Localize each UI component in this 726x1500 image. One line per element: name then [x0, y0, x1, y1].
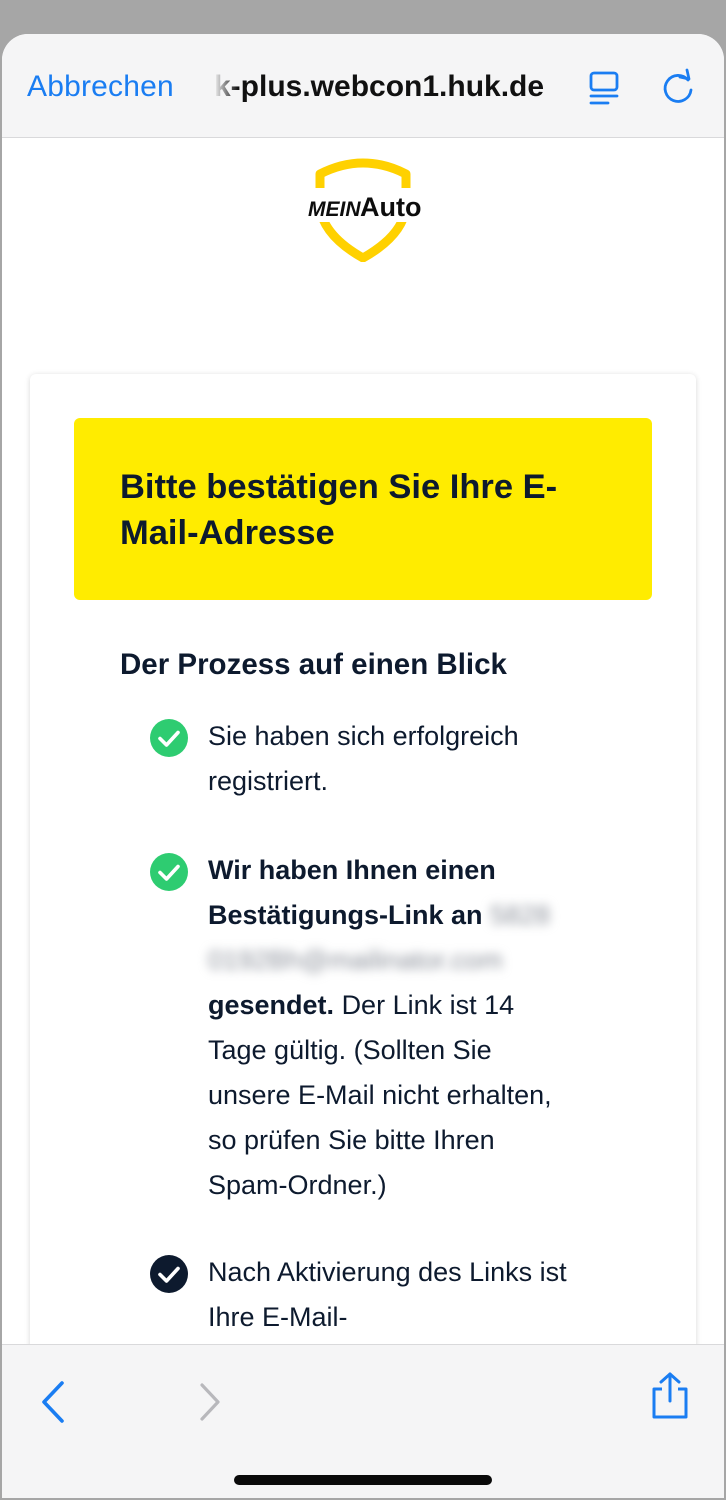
chevron-left-icon[interactable] — [32, 1377, 76, 1427]
check-circle-icon — [150, 719, 188, 757]
confirmation-card: Bitte bestätigen Sie Ihre E-Mail-Adresse… — [30, 374, 696, 1374]
section-title: Der Prozess auf einen Blick — [120, 648, 507, 681]
cancel-button[interactable]: Abbrechen — [27, 70, 174, 104]
reader-mode-icon[interactable] — [584, 68, 624, 108]
chevron-right-icon[interactable] — [188, 1377, 232, 1427]
check-circle-icon — [150, 853, 188, 891]
url-fade — [214, 64, 238, 108]
step-bold-prefix: Wir haben Ihnen einen Bestätigungs-Link … — [208, 855, 496, 930]
step-activation: Nach Aktivierung des Links ist Ihre E-Ma… — [150, 1250, 570, 1340]
step-body: Der Link ist 14 Tage gültig. (Sollten Si… — [208, 990, 552, 1200]
browser-bottom-toolbar — [2, 1344, 724, 1498]
browser-toolbar: Abbrechen k-plus.webcon1.huk.de — [2, 34, 724, 138]
url-display[interactable]: k-plus.webcon1.huk.de — [214, 70, 559, 104]
step-registered: Sie haben sich erfolgreich registriert. — [150, 714, 570, 804]
step-bold-suffix: gesendet. — [208, 990, 335, 1020]
mein-auto-logo: MEIN Auto — [305, 158, 421, 262]
safari-view-sheet: Abbrechen k-plus.webcon1.huk.de MEIN Aut… — [2, 34, 724, 1498]
logo-word-auto: Auto — [360, 192, 421, 222]
step-link-sent: Wir haben Ihnen einen Bestätigungs-Link … — [150, 848, 570, 1208]
step-text: Sie haben sich erfolgreich registriert. — [208, 721, 519, 796]
banner-title: Bitte bestätigen Sie Ihre E-Mail-Adresse — [120, 468, 558, 552]
reload-icon[interactable] — [658, 68, 698, 108]
home-indicator — [234, 1475, 492, 1485]
logo-word-mein: MEIN — [308, 198, 361, 221]
share-icon[interactable] — [648, 1371, 692, 1421]
step-text: Wir haben Ihnen einen Bestätigungs-Link … — [208, 848, 570, 1208]
confirmation-banner: Bitte bestätigen Sie Ihre E-Mail-Adresse — [74, 418, 652, 600]
step-text: Nach Aktivierung des Links ist Ihre E-Ma… — [208, 1257, 567, 1332]
web-content: MEIN Auto Bitte bestätigen Sie Ihre E-Ma… — [2, 138, 724, 1374]
check-circle-icon — [150, 1255, 188, 1293]
